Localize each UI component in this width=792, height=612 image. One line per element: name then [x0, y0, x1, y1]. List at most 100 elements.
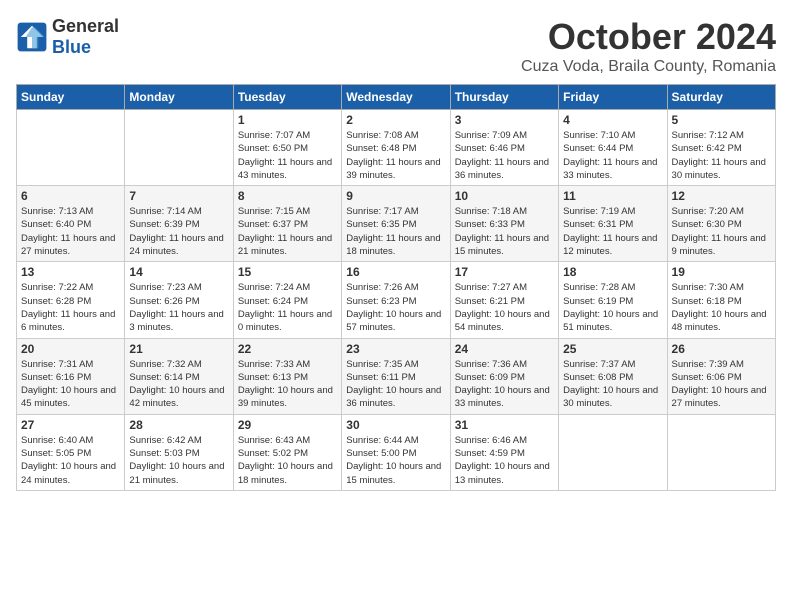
- weekday-header-wednesday: Wednesday: [342, 85, 450, 110]
- day-number: 31: [455, 418, 554, 432]
- day-info: Sunrise: 6:44 AM Sunset: 5:00 PM Dayligh…: [346, 434, 445, 487]
- calendar-cell: 13Sunrise: 7:22 AM Sunset: 6:28 PM Dayli…: [17, 262, 125, 338]
- day-number: 25: [563, 342, 662, 356]
- day-info: Sunrise: 7:09 AM Sunset: 6:46 PM Dayligh…: [455, 129, 554, 182]
- calendar-cell: 4 Sunrise: 7:10 AM Sunset: 6:44 PM Daylig…: [559, 110, 667, 186]
- day-number: 24: [455, 342, 554, 356]
- calendar-week-5: 27 Sunrise: 6:40 AM Sunset: 5:05 PM Dayli…: [17, 414, 776, 490]
- calendar-cell: 19Sunrise: 7:30 AM Sunset: 6:18 PM Dayli…: [667, 262, 775, 338]
- day-info: Sunrise: 7:10 AM Sunset: 6:44 PM Dayligh…: [563, 129, 662, 182]
- day-number: 28: [129, 418, 228, 432]
- calendar-cell: 10 Sunrise: 7:18 AM Sunset: 6:33 PM Dayli…: [450, 186, 558, 262]
- calendar-cell: 25Sunrise: 7:37 AM Sunset: 6:08 PM Dayli…: [559, 338, 667, 414]
- logo-icon: [16, 21, 48, 53]
- day-number: 17: [455, 265, 554, 279]
- calendar-cell: [125, 110, 233, 186]
- day-number: 5: [672, 113, 771, 127]
- day-number: 18: [563, 265, 662, 279]
- calendar-cell: 24 Sunrise: 7:36 AM Sunset: 6:09 PM Dayli…: [450, 338, 558, 414]
- calendar-cell: [667, 414, 775, 490]
- calendar-cell: 18 Sunrise: 7:28 AM Sunset: 6:19 PM Dayli…: [559, 262, 667, 338]
- calendar-cell: 14 Sunrise: 7:23 AM Sunset: 6:26 PM Dayli…: [125, 262, 233, 338]
- day-info: Sunrise: 7:23 AM Sunset: 6:26 PM Dayligh…: [129, 281, 228, 334]
- calendar-week-1: 1Sunrise: 7:07 AM Sunset: 6:50 PM Daylig…: [17, 110, 776, 186]
- day-number: 22: [238, 342, 337, 356]
- day-info: Sunrise: 6:46 AM Sunset: 4:59 PM Dayligh…: [455, 434, 554, 487]
- day-info: Sunrise: 7:18 AM Sunset: 6:33 PM Dayligh…: [455, 205, 554, 258]
- weekday-header-saturday: Saturday: [667, 85, 775, 110]
- day-number: 9: [346, 189, 445, 203]
- day-number: 23: [346, 342, 445, 356]
- day-number: 11: [563, 189, 662, 203]
- weekday-header-sunday: Sunday: [17, 85, 125, 110]
- day-number: 15: [238, 265, 337, 279]
- day-number: 20: [21, 342, 120, 356]
- calendar-cell: [559, 414, 667, 490]
- day-number: 3: [455, 113, 554, 127]
- calendar-week-4: 20 Sunrise: 7:31 AM Sunset: 6:16 PM Dayli…: [17, 338, 776, 414]
- weekday-header-thursday: Thursday: [450, 85, 558, 110]
- calendar-cell: 5Sunrise: 7:12 AM Sunset: 6:42 PM Daylig…: [667, 110, 775, 186]
- day-number: 4: [563, 113, 662, 127]
- day-info: Sunrise: 7:32 AM Sunset: 6:14 PM Dayligh…: [129, 358, 228, 411]
- logo: General Blue: [16, 16, 119, 58]
- logo-text: General Blue: [52, 16, 119, 58]
- calendar-cell: 1Sunrise: 7:07 AM Sunset: 6:50 PM Daylig…: [233, 110, 341, 186]
- day-info: Sunrise: 7:31 AM Sunset: 6:16 PM Dayligh…: [21, 358, 120, 411]
- day-number: 26: [672, 342, 771, 356]
- calendar-cell: 17Sunrise: 7:27 AM Sunset: 6:21 PM Dayli…: [450, 262, 558, 338]
- calendar-week-3: 13Sunrise: 7:22 AM Sunset: 6:28 PM Dayli…: [17, 262, 776, 338]
- day-info: Sunrise: 6:43 AM Sunset: 5:02 PM Dayligh…: [238, 434, 337, 487]
- day-number: 12: [672, 189, 771, 203]
- calendar-cell: 2Sunrise: 7:08 AM Sunset: 6:48 PM Daylig…: [342, 110, 450, 186]
- logo-general: General: [52, 16, 119, 36]
- calendar-cell: 30 Sunrise: 6:44 AM Sunset: 5:00 PM Dayli…: [342, 414, 450, 490]
- day-info: Sunrise: 6:40 AM Sunset: 5:05 PM Dayligh…: [21, 434, 120, 487]
- day-info: Sunrise: 7:15 AM Sunset: 6:37 PM Dayligh…: [238, 205, 337, 258]
- calendar-cell: [17, 110, 125, 186]
- logo-blue: Blue: [52, 37, 91, 57]
- day-number: 7: [129, 189, 228, 203]
- calendar-cell: 16 Sunrise: 7:26 AM Sunset: 6:23 PM Dayli…: [342, 262, 450, 338]
- title-block: October 2024 Cuza Voda, Braila County, R…: [521, 16, 776, 76]
- calendar-cell: 9Sunrise: 7:17 AM Sunset: 6:35 PM Daylig…: [342, 186, 450, 262]
- calendar-cell: 31 Sunrise: 6:46 AM Sunset: 4:59 PM Dayli…: [450, 414, 558, 490]
- calendar-cell: 22Sunrise: 7:33 AM Sunset: 6:13 PM Dayli…: [233, 338, 341, 414]
- calendar-cell: 15 Sunrise: 7:24 AM Sunset: 6:24 PM Dayli…: [233, 262, 341, 338]
- weekday-header-friday: Friday: [559, 85, 667, 110]
- calendar-cell: 20 Sunrise: 7:31 AM Sunset: 6:16 PM Dayli…: [17, 338, 125, 414]
- day-number: 19: [672, 265, 771, 279]
- calendar-cell: 3 Sunrise: 7:09 AM Sunset: 6:46 PM Daylig…: [450, 110, 558, 186]
- calendar-cell: 28 Sunrise: 6:42 AM Sunset: 5:03 PM Dayli…: [125, 414, 233, 490]
- weekday-header-row: SundayMondayTuesdayWednesdayThursdayFrid…: [17, 85, 776, 110]
- calendar-cell: 21 Sunrise: 7:32 AM Sunset: 6:14 PM Dayli…: [125, 338, 233, 414]
- day-number: 29: [238, 418, 337, 432]
- day-info: Sunrise: 7:20 AM Sunset: 6:30 PM Dayligh…: [672, 205, 771, 258]
- day-info: Sunrise: 7:07 AM Sunset: 6:50 PM Dayligh…: [238, 129, 337, 182]
- calendar-cell: 26 Sunrise: 7:39 AM Sunset: 6:06 PM Dayli…: [667, 338, 775, 414]
- day-info: Sunrise: 7:35 AM Sunset: 6:11 PM Dayligh…: [346, 358, 445, 411]
- calendar-cell: 7Sunrise: 7:14 AM Sunset: 6:39 PM Daylig…: [125, 186, 233, 262]
- location-title: Cuza Voda, Braila County, Romania: [521, 58, 776, 76]
- day-number: 30: [346, 418, 445, 432]
- calendar-table: SundayMondayTuesdayWednesdayThursdayFrid…: [16, 84, 776, 491]
- weekday-header-tuesday: Tuesday: [233, 85, 341, 110]
- day-info: Sunrise: 7:13 AM Sunset: 6:40 PM Dayligh…: [21, 205, 120, 258]
- day-info: Sunrise: 7:26 AM Sunset: 6:23 PM Dayligh…: [346, 281, 445, 334]
- day-info: Sunrise: 7:39 AM Sunset: 6:06 PM Dayligh…: [672, 358, 771, 411]
- page-header: General Blue October 2024 Cuza Voda, Bra…: [16, 16, 776, 76]
- day-number: 2: [346, 113, 445, 127]
- weekday-header-monday: Monday: [125, 85, 233, 110]
- day-number: 27: [21, 418, 120, 432]
- calendar-cell: 11Sunrise: 7:19 AM Sunset: 6:31 PM Dayli…: [559, 186, 667, 262]
- day-info: Sunrise: 7:24 AM Sunset: 6:24 PM Dayligh…: [238, 281, 337, 334]
- day-number: 14: [129, 265, 228, 279]
- day-info: Sunrise: 7:28 AM Sunset: 6:19 PM Dayligh…: [563, 281, 662, 334]
- calendar-cell: 12 Sunrise: 7:20 AM Sunset: 6:30 PM Dayli…: [667, 186, 775, 262]
- day-number: 21: [129, 342, 228, 356]
- day-info: Sunrise: 7:36 AM Sunset: 6:09 PM Dayligh…: [455, 358, 554, 411]
- day-number: 10: [455, 189, 554, 203]
- day-info: Sunrise: 6:42 AM Sunset: 5:03 PM Dayligh…: [129, 434, 228, 487]
- calendar-week-2: 6Sunrise: 7:13 AM Sunset: 6:40 PM Daylig…: [17, 186, 776, 262]
- day-number: 16: [346, 265, 445, 279]
